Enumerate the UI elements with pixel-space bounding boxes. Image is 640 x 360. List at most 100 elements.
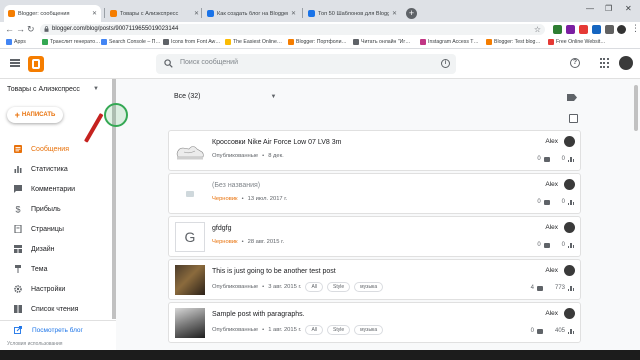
label-icon[interactable] (567, 94, 577, 101)
post-label-chip[interactable]: All (305, 282, 324, 292)
search-box[interactable]: Поиск сообщений i (156, 54, 456, 74)
main-scrollbar[interactable] (634, 85, 638, 131)
post-author: Alex (545, 224, 558, 231)
help-icon[interactable]: ? (570, 58, 580, 68)
sidebar-item-reading-list[interactable]: Список чтения (0, 299, 116, 319)
post-author: Alex (545, 181, 558, 188)
sidebar-item-posts[interactable]: Сообщения (0, 139, 116, 159)
address-bar[interactable]: blogger.com/blog/posts/90071196550190231… (40, 24, 545, 35)
select-all-checkbox[interactable] (569, 114, 578, 123)
bookmark-label: Apps (14, 39, 26, 45)
bookmark-item[interactable]: Blogger: Портфоли… (288, 39, 347, 45)
bookmark-item[interactable]: Читать онлайн "Иг… (353, 39, 410, 45)
bookmark-item[interactable]: Транслит генерато… (42, 39, 100, 45)
comments-icon (14, 185, 22, 193)
close-tab-icon[interactable]: ✕ (392, 10, 397, 17)
bookmark-item[interactable]: Instagram Access T… (420, 39, 479, 45)
maximize-icon[interactable]: ❐ (605, 4, 612, 13)
browser-tab[interactable]: Товары с Алиэкспресс ✕ (106, 5, 203, 22)
terms-link[interactable]: Условия использования (7, 341, 63, 347)
bookmark-item[interactable]: Blogger: Test blog… (486, 39, 541, 45)
apps-grid-icon[interactable] (600, 58, 610, 68)
post-meta: Черновик • 28 авг. 2015 г. (212, 239, 284, 245)
post-row[interactable]: Sample post with paragraphs. Опубликованн… (168, 302, 581, 343)
extension-icon[interactable] (592, 25, 601, 34)
extension-icon[interactable] (579, 25, 588, 34)
blogger-logo-icon[interactable] (28, 56, 44, 72)
post-title[interactable]: Sample post with paragraphs. (212, 311, 305, 318)
sidebar-item-comments[interactable]: Комментарии (0, 179, 116, 199)
sidebar-item-pages[interactable]: Страницы (0, 219, 116, 239)
forward-icon[interactable]: → (16, 24, 25, 34)
close-window-icon[interactable]: ✕ (625, 4, 632, 13)
post-label-chip[interactable]: Style (327, 282, 351, 292)
minimize-icon[interactable]: — (586, 4, 594, 13)
post-row[interactable]: Ggfdgfg Черновик • 28 авг. 2015 г. Alex 0 0 (168, 216, 581, 257)
browser-tab[interactable]: Топ 50 Шаблонов для Blogger ….✕ (304, 5, 401, 22)
comment-count: 0 (537, 199, 541, 205)
blog-selector[interactable]: Товары с Алиэкспресс ▼ (7, 86, 99, 93)
sidebar-item-label: Список чтения (31, 305, 79, 313)
meta-separator: • (262, 153, 265, 159)
cursor-highlight (104, 103, 128, 127)
extension-icon[interactable] (553, 25, 562, 34)
extension-puzzle-icon[interactable] (605, 25, 614, 34)
bookmark-item[interactable]: Apps (6, 39, 26, 45)
browser-tab[interactable]: Blogger: сообщения ✕ (4, 5, 101, 22)
bookmark-star-icon[interactable]: ☆ (534, 25, 541, 34)
bookmark-item[interactable]: Search Console – П… (101, 39, 161, 45)
post-row[interactable]: This is just going to be another test po… (168, 259, 581, 300)
close-tab-icon[interactable]: ✕ (291, 10, 296, 17)
post-title[interactable]: gfdgfg (212, 225, 231, 232)
comment-icon (543, 199, 550, 205)
post-label-chip[interactable]: Style (327, 325, 351, 335)
blogger-header: Поиск сообщений i ? (0, 49, 640, 79)
tab-title: Blogger: сообщения (18, 10, 70, 17)
menu-icon[interactable] (10, 59, 20, 67)
post-row[interactable]: (Без названия) Черновик • 13 июл. 2017 г. Al… (168, 173, 581, 214)
view-blog-label: Посмотреть блог (32, 326, 83, 334)
close-tab-icon[interactable]: ✕ (92, 10, 97, 17)
post-row[interactable]: Кроссовки Nike Air Force Low 07 LV8 3m Оп… (168, 130, 581, 171)
post-author: Alex (545, 138, 558, 145)
post-filter-dropdown[interactable]: Все (32) ▼ (174, 93, 276, 100)
sidebar-item-dollar[interactable]: $ Прибыль (0, 199, 116, 219)
info-icon[interactable]: i (441, 59, 450, 68)
bookmark-item[interactable]: The Easiest Online… (225, 39, 282, 45)
reload-icon[interactable]: ↻ (27, 24, 35, 34)
close-tab-icon[interactable]: ✕ (194, 10, 199, 17)
extension-icon[interactable] (566, 25, 575, 34)
post-label-chip[interactable]: музыка (354, 325, 384, 335)
bookmark-label: The Easiest Online… (233, 39, 283, 45)
post-label-chip[interactable]: All (305, 325, 324, 335)
sidebar-item-settings[interactable]: Настройки (0, 279, 116, 299)
tab-title: Товары с Алиэкспресс (120, 10, 179, 17)
browser-menu-icon[interactable]: ⋮ (631, 23, 640, 33)
bookmark-label: Blogger: Портфоли… (296, 39, 347, 45)
profile-avatar-icon[interactable] (617, 25, 626, 34)
post-title[interactable]: This is just going to be another test po… (212, 268, 336, 275)
bookmark-item[interactable]: Free Online Websit… (548, 39, 606, 45)
browser-tab[interactable]: Как создать блог на Blogger 20…✕ (203, 5, 300, 22)
sidebar-item-stats[interactable]: Статистика (0, 159, 116, 179)
back-icon[interactable]: ← (5, 24, 14, 34)
lock-icon (44, 26, 49, 32)
post-label-chip[interactable]: музыка (354, 282, 384, 292)
bookmark-favicon-icon (42, 39, 48, 45)
bookmark-item[interactable]: Icons from Font Aw… (163, 39, 221, 45)
photo-thumbnail (175, 308, 205, 338)
tab-favicon-icon (308, 10, 315, 17)
post-date: 1 авг. 2015 г. (268, 327, 302, 333)
account-avatar[interactable] (619, 56, 633, 70)
new-tab-button[interactable]: + (406, 8, 417, 19)
post-title[interactable]: Кроссовки Nike Air Force Low 07 LV8 3m (212, 139, 342, 146)
post-stats: 00 (537, 156, 574, 162)
view-blog-link[interactable]: Посмотреть блог (14, 326, 83, 334)
bookmark-label: Free Online Websit… (556, 39, 606, 45)
new-post-button[interactable]: + НАПИСАТЬ (7, 107, 63, 123)
post-meta: Опубликованные • 3 авг. 2015 г. All Style муз… (212, 282, 384, 292)
sidebar-item-layout[interactable]: Дизайн (0, 239, 116, 259)
tab-title: Топ 50 Шаблонов для Blogger …. (318, 10, 389, 17)
sidebar-item-theme[interactable]: Тема (0, 259, 116, 279)
post-title[interactable]: (Без названия) (212, 182, 260, 189)
